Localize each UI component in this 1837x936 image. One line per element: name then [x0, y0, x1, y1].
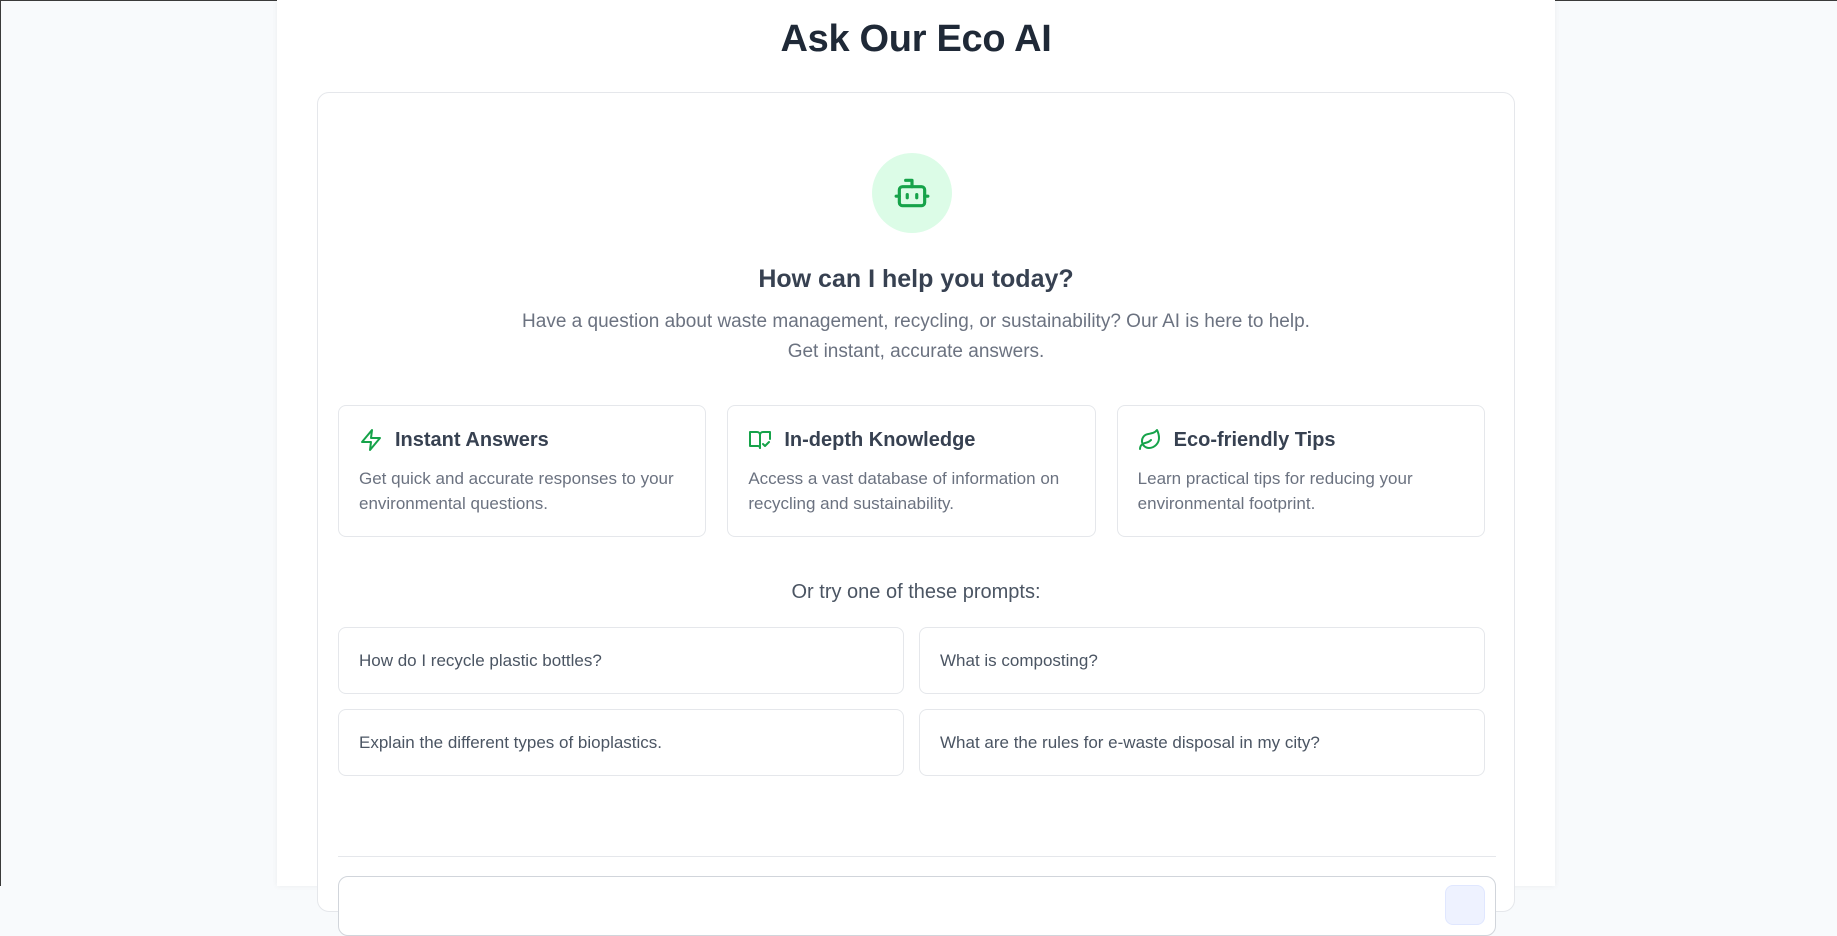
- page-title: Ask Our Eco AI: [780, 18, 1052, 60]
- chat-card: How can I help you today? Have a questio…: [317, 92, 1515, 936]
- welcome-title: How can I help you today?: [758, 265, 1074, 293]
- bot-icon: [894, 178, 930, 208]
- welcome-subtitle-line2: Get instant, accurate answers.: [787, 341, 1045, 362]
- feature-desc: Learn practical tips for reducing your e…: [1137, 469, 1413, 513]
- prompt-button-composting[interactable]: What is composting?: [919, 627, 1485, 694]
- main-page: Ask Our Eco AI How can I help you today?…: [277, 0, 1555, 936]
- feature-desc: Get quick and accurate responses to your…: [359, 469, 674, 513]
- zap-icon: [361, 429, 381, 451]
- send-button[interactable]: [1445, 885, 1485, 925]
- welcome-subtitle-line1: Have a question about waste management, …: [522, 311, 1310, 332]
- chat-input[interactable]: [338, 876, 1496, 936]
- prompt-suggestions: How do I recycle plastic bottles? What i…: [338, 627, 1485, 776]
- feature-title: Instant Answers: [395, 428, 549, 451]
- prompts-label: Or try one of these prompts:: [791, 581, 1041, 603]
- feature-title: In-depth Knowledge: [784, 428, 976, 451]
- bot-avatar: [872, 153, 952, 233]
- feature-cards: Instant Answers Get quick and accurate r…: [338, 405, 1485, 537]
- input-divider: [338, 856, 1496, 857]
- feature-card-eco-friendly-tips: Eco-friendly Tips Learn practical tips f…: [1116, 405, 1485, 537]
- feature-card-instant-answers: Instant Answers Get quick and accurate r…: [338, 405, 707, 537]
- feature-card-in-depth-knowledge: In-depth Knowledge Access a vast databas…: [727, 405, 1096, 537]
- book-check-icon: [749, 431, 772, 449]
- feature-title: Eco-friendly Tips: [1173, 428, 1336, 451]
- prompt-button-recycle-plastic[interactable]: How do I recycle plastic bottles?: [338, 627, 904, 694]
- welcome-subtitle: Have a question about waste management, …: [318, 307, 1514, 367]
- leaf-icon: [1138, 429, 1160, 450]
- prompt-button-e-waste[interactable]: What are the rules for e-waste disposal …: [919, 709, 1485, 776]
- feature-desc: Access a vast database of information on…: [748, 469, 1060, 513]
- prompt-button-bioplastics[interactable]: Explain the different types of bioplasti…: [338, 709, 904, 776]
